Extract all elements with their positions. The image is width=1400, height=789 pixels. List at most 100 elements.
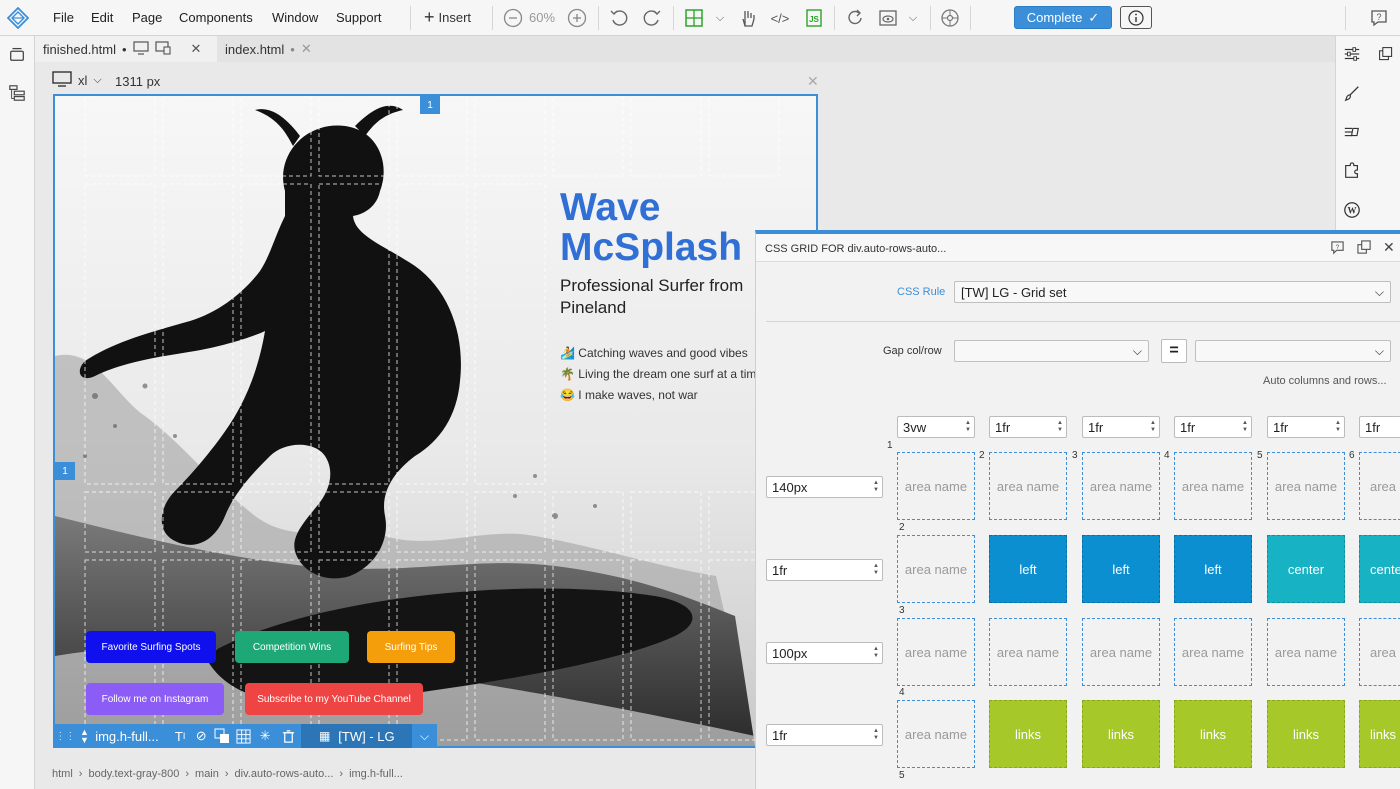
close-tab-icon[interactable]: ✕ <box>301 41 312 57</box>
zoom-out-icon[interactable] <box>503 8 523 28</box>
stepper-icon[interactable]: ▲ ▼ <box>870 643 882 663</box>
stepper-icon[interactable]: ▲ ▼ <box>1054 417 1066 437</box>
chevron-down-icon[interactable]: ⌵ <box>710 8 730 28</box>
grid-area-cell[interactable]: area name <box>1082 618 1160 686</box>
menu-edit[interactable]: Edit <box>91 10 113 26</box>
grid-area-cell-links[interactable]: links <box>1174 700 1252 768</box>
brush-icon[interactable] <box>1342 83 1362 103</box>
panel-popout-icon[interactable] <box>1357 240 1372 260</box>
grid-area-cell[interactable]: area name <box>989 618 1067 686</box>
close-icon[interactable]: ✕ <box>807 73 819 90</box>
grid-area-cell-links[interactable]: links <box>1359 700 1400 768</box>
breadcrumb-item[interactable]: html <box>52 768 73 780</box>
row-size-input[interactable]: 1fr ▲ ▼ <box>766 724 883 746</box>
grid-area-cell[interactable]: area name <box>1174 618 1252 686</box>
zoom-in-icon[interactable] <box>567 8 587 28</box>
youtube-button[interactable]: Subscribe to my YouTube Channel <box>245 683 423 715</box>
components-puzzle-icon[interactable] <box>1342 161 1362 181</box>
competition-wins-button[interactable]: Competition Wins <box>235 631 349 663</box>
bullet-item[interactable]: 😂 I make waves, not war <box>560 388 698 402</box>
drag-handle-icon[interactable]: ⋮⋮ <box>53 724 78 748</box>
class-set-selector[interactable]: ▦ [TW] - LG <box>301 724 413 748</box>
grid-area-cell[interactable]: area name <box>1359 452 1400 520</box>
grid-area-cell-left[interactable]: left <box>1174 535 1252 603</box>
link-gap-button[interactable]: = <box>1161 339 1187 363</box>
grid-area-cell-links[interactable]: links <box>1082 700 1160 768</box>
close-tab-icon[interactable]: ✕ <box>191 41 202 57</box>
menu-file[interactable]: File <box>53 10 74 26</box>
chevron-down-icon[interactable]: ⌵ <box>903 8 923 28</box>
grid-area-cell-links[interactable]: links <box>1267 700 1345 768</box>
favorite-spots-button[interactable]: Favorite Surfing Spots <box>86 631 216 663</box>
gap-row-select[interactable]: ⌵ <box>1195 340 1391 362</box>
stepper-icon[interactable]: ▲ ▼ <box>962 417 974 437</box>
interact-hand-icon[interactable] <box>738 8 758 28</box>
zoom-level[interactable]: 60% <box>529 10 555 25</box>
grid-area-cell[interactable]: area name <box>897 700 975 768</box>
grid-area-cell[interactable]: area name <box>897 452 975 520</box>
auto-columns-rows-link[interactable]: Auto columns and rows... <box>1263 375 1387 387</box>
grid-area-cell[interactable]: area name <box>1267 618 1345 686</box>
column-size-input[interactable]: 1fr <box>1359 416 1400 438</box>
menu-support[interactable]: Support <box>336 10 382 26</box>
breadcrumb-item[interactable]: body.text-gray-800 <box>88 768 179 780</box>
hero-subtitle[interactable]: Professional Surfer from Pineland <box>560 275 760 319</box>
bullet-item[interactable]: 🌴 Living the dream one surf at a time <box>560 367 763 381</box>
layers-icon[interactable] <box>212 724 233 748</box>
surfing-tips-button[interactable]: Surfing Tips <box>367 631 455 663</box>
undo-icon[interactable] <box>609 8 629 28</box>
sliders-icon[interactable] <box>1342 44 1362 64</box>
breadcrumb-item[interactable]: main <box>195 768 219 780</box>
breadcrumb-item[interactable]: div.auto-rows-auto... <box>235 768 334 780</box>
grid-area-cell-center[interactable]: center <box>1359 535 1400 603</box>
help-icon[interactable]: ? <box>1330 240 1345 260</box>
table-grid-icon[interactable] <box>233 724 254 748</box>
column-size-input[interactable]: 1fr ▲ ▼ <box>1174 416 1252 438</box>
grid-area-cell-center[interactable]: center <box>1267 535 1345 603</box>
desktop-preview-icon[interactable] <box>132 40 149 58</box>
grid-area-cell[interactable]: area name <box>1174 452 1252 520</box>
tab-index-html[interactable]: index.html • ✕ <box>217 36 325 62</box>
menu-window[interactable]: Window <box>272 10 318 26</box>
column-size-input[interactable]: 1fr ▲ ▼ <box>989 416 1067 438</box>
redo-icon[interactable] <box>642 8 662 28</box>
tab-finished-html[interactable]: finished.html • ✕ <box>35 36 217 62</box>
column-size-input[interactable]: 1fr ▲ ▼ <box>1082 416 1160 438</box>
grid-layout-icon[interactable] <box>684 8 704 28</box>
stepper-icon[interactable]: ▲ ▼ <box>1239 417 1251 437</box>
column-size-input[interactable]: 3vw ▲ ▼ <box>897 416 975 438</box>
selected-element-name[interactable]: img.h-full... <box>91 724 169 748</box>
breadcrumb-item[interactable]: img.h-full... <box>349 768 403 780</box>
link-icon[interactable]: ⊘ <box>191 724 212 748</box>
help-icon[interactable]: ? <box>1369 8 1389 28</box>
menu-page[interactable]: Page <box>132 10 162 26</box>
settings-wheel-icon[interactable] <box>940 8 960 28</box>
instagram-button[interactable]: Follow me on Instagram <box>86 683 224 715</box>
select-parent-icon[interactable]: ▲ ▼ <box>78 724 91 748</box>
row-size-input[interactable]: 100px ▲ ▼ <box>766 642 883 664</box>
grid-area-cell-left[interactable]: left <box>1082 535 1160 603</box>
column-size-input[interactable]: 1fr ▲ ▼ <box>1267 416 1345 438</box>
layers-stack-icon[interactable] <box>7 44 27 64</box>
javascript-icon[interactable]: JS <box>804 8 824 28</box>
grid-area-cell[interactable]: area name <box>1359 618 1400 686</box>
app-logo-icon[interactable] <box>6 6 30 30</box>
close-icon[interactable]: ✕ <box>1383 239 1395 256</box>
responsive-preview-icon[interactable] <box>154 40 171 58</box>
hero-title[interactable]: Wave McSplash <box>560 188 770 268</box>
grid-area-cell-left[interactable]: left <box>989 535 1067 603</box>
row-size-input[interactable]: 1fr ▲ ▼ <box>766 559 883 581</box>
grid-area-cell[interactable]: area name <box>989 452 1067 520</box>
bullet-item[interactable]: 🏄 Catching waves and good vibes <box>560 346 748 360</box>
refresh-icon[interactable] <box>845 8 865 28</box>
stepper-icon[interactable]: ▲ ▼ <box>1147 417 1159 437</box>
stepper-icon[interactable]: ▲ ▼ <box>1332 417 1344 437</box>
grid-area-cell-links[interactable]: links <box>989 700 1067 768</box>
stepper-icon[interactable]: ▲ ▼ <box>870 560 882 580</box>
menu-components[interactable]: Components <box>179 10 253 26</box>
breakpoint-selector[interactable]: xl ⌵ <box>52 70 102 90</box>
stepper-icon[interactable]: ▲ ▼ <box>870 725 882 745</box>
gap-column-select[interactable]: ⌵ <box>954 340 1149 362</box>
preview-eye-icon[interactable] <box>878 8 898 28</box>
design-canvas[interactable]: 1 1 Wave McSplash Professional Surfer fr… <box>53 94 818 748</box>
